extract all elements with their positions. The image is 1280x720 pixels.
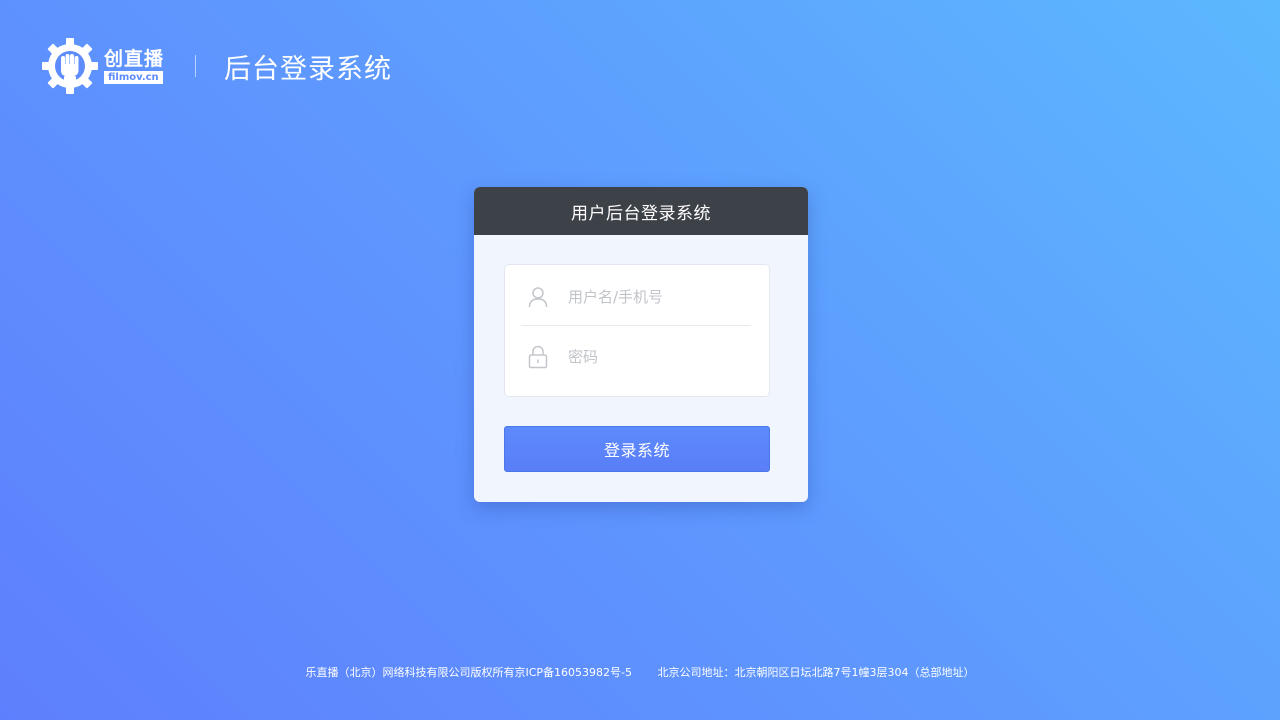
username-input[interactable] — [568, 288, 748, 306]
logo-name: 创直播 — [104, 48, 165, 70]
logo-wordmark: 创直播 filmov.cn — [104, 48, 164, 84]
credential-fields — [504, 264, 770, 397]
gear-fist-logo-icon — [42, 38, 98, 94]
username-row[interactable] — [505, 267, 769, 327]
system-title: 后台登录系统 — [224, 53, 393, 85]
field-divider — [521, 325, 751, 326]
logo-domain: filmov.cn — [104, 71, 163, 84]
login-card-title: 用户后台登录系统 — [474, 187, 808, 235]
password-input[interactable] — [568, 348, 748, 366]
brand-divider — [195, 55, 197, 77]
login-button[interactable]: 登录系统 — [504, 426, 770, 472]
password-row[interactable] — [505, 327, 769, 387]
footer-copyright: 乐直播（北京）网络科技有限公司版权所有京ICP备16053982号-5 — [305, 666, 632, 679]
login-card: 用户后台登录系统 登录系统 — [474, 187, 808, 502]
user-icon — [527, 285, 549, 309]
page-footer: 乐直播（北京）网络科技有限公司版权所有京ICP备16053982号-5 北京公司… — [0, 664, 1280, 680]
lock-icon — [527, 345, 549, 369]
footer-address: 北京公司地址：北京朝阳区日坛北路7号1幢3层304（总部地址） — [657, 666, 975, 679]
brand-header: 创直播 filmov.cn 后台登录系统 — [40, 36, 392, 96]
